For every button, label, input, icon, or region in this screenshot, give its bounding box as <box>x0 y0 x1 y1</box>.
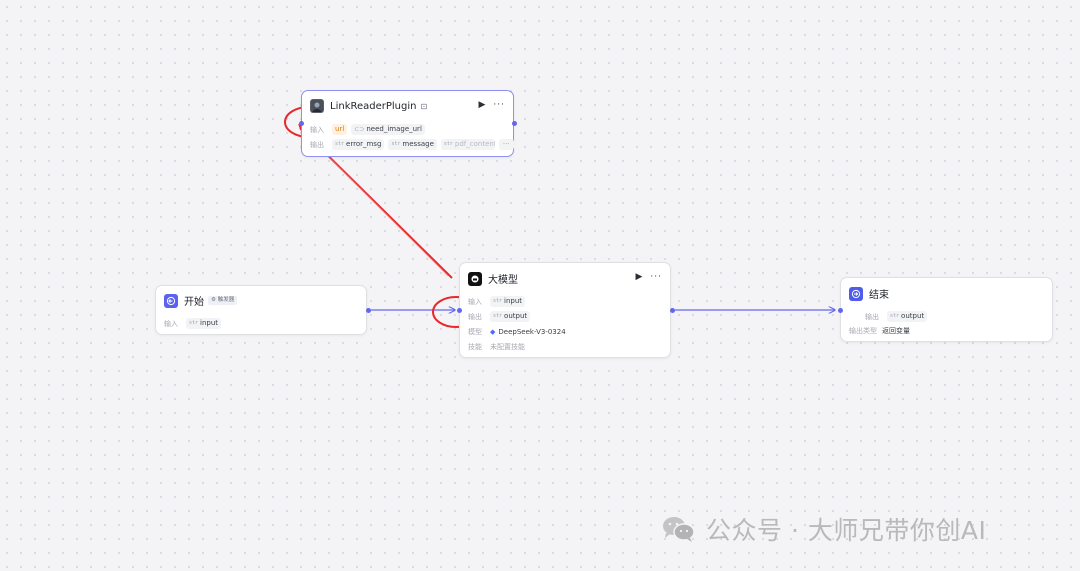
llm-skill-value: 未配置技能 <box>490 343 525 351</box>
llm-model-label: 模型 <box>468 328 482 336</box>
llm-title: 大模型 <box>488 275 518 286</box>
end-arrow-icon <box>849 286 863 301</box>
start-node[interactable]: 开始 ⚙ 触发器 输入 str input <box>155 285 367 335</box>
param-message: str message <box>388 139 437 150</box>
llm-input-handle[interactable] <box>457 308 462 313</box>
wechat-icon <box>663 517 695 542</box>
param-input: str input <box>490 296 526 307</box>
avatar-thumbnail-icon <box>310 99 324 113</box>
more-icon[interactable]: ··· <box>650 272 662 282</box>
watermark-text: 公众号 · 大师兄带你创AI <box>706 516 987 545</box>
plugin-input-handle[interactable] <box>299 121 304 126</box>
plugin-node[interactable]: LinkReaderPlugin ⊡ ▶ ··· 输入 url ⊂⊃ need_i… <box>301 90 514 157</box>
llm-node[interactable]: 大模型 ▶ ··· 输入 str input 输出 str output 模型 ◆ … <box>459 262 671 358</box>
param-url: url <box>332 124 348 135</box>
end-output-type-label: 输出类型 <box>849 327 877 335</box>
plugin-output-handle[interactable] <box>512 121 517 126</box>
plugin-title: LinkReaderPlugin <box>330 100 417 112</box>
llm-output-handle[interactable] <box>670 308 675 313</box>
end-output-type-value: 返回变量 <box>882 327 910 335</box>
wechat-watermark: 公众号 · 大师兄带你创AI <box>660 511 986 547</box>
plugin-input-label: 输入 <box>310 125 324 134</box>
plugin-info-icon[interactable]: ⊡ <box>420 102 427 111</box>
more-params-button[interactable]: ··· <box>498 139 514 150</box>
llm-model-icon <box>468 271 482 286</box>
more-icon[interactable]: ··· <box>493 100 505 110</box>
param-output: str output <box>490 311 531 322</box>
end-node[interactable]: 结束 输出 str output 输出类型 返回变量 <box>840 277 1053 342</box>
llm-model-value: DeepSeek-V3-0324 <box>498 328 566 336</box>
run-icon[interactable]: ▶ <box>478 100 485 110</box>
param-pdf-content: str pdf_content <box>440 139 495 150</box>
llm-skill-label: 技能 <box>468 343 482 351</box>
param-input: str input <box>186 318 222 329</box>
end-output-label: 输出 <box>865 312 879 321</box>
start-output-handle[interactable] <box>366 308 371 313</box>
llm-output-label: 输出 <box>468 312 482 321</box>
start-arrow-icon <box>164 293 178 308</box>
trigger-badge: ⚙ 触发器 <box>208 296 238 305</box>
start-title: 开始 <box>184 297 204 308</box>
end-title: 结束 <box>869 290 889 301</box>
param-error-msg: str error_msg <box>332 139 385 150</box>
toggle-icon: ⊂⊃ <box>354 126 365 133</box>
end-input-handle[interactable] <box>838 308 843 313</box>
llm-input-label: 输入 <box>468 297 482 306</box>
deepseek-whale-icon: ◆ <box>490 328 496 336</box>
start-input-label: 输入 <box>164 319 178 328</box>
trigger-icon: ⚙ <box>211 297 216 303</box>
param-need-image-url: ⊂⊃ need_image_url <box>351 124 425 135</box>
run-icon[interactable]: ▶ <box>635 272 642 282</box>
param-output: str output <box>887 311 928 322</box>
plugin-output-label: 输出 <box>310 140 324 149</box>
